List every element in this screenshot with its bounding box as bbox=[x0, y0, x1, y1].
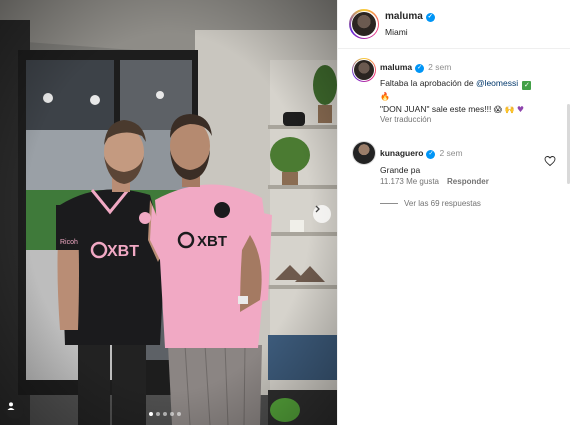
instagram-post: XBT Ricoh XBT maluma ✓ Miami maluma ✓ 2 … bbox=[0, 0, 570, 425]
comment-avatar[interactable] bbox=[352, 141, 376, 165]
shocked-face-icon: 😱 bbox=[493, 105, 503, 114]
comment-text: Grande pa bbox=[380, 165, 421, 175]
carousel-dot bbox=[163, 412, 167, 416]
carousel-dot bbox=[170, 412, 174, 416]
post-side-panel: maluma ✓ Miami maluma ✓ 2 sem Faltaba la ap… bbox=[337, 0, 570, 425]
carousel-dot bbox=[156, 412, 160, 416]
replies-divider bbox=[380, 203, 398, 204]
verified-badge-icon: ✓ bbox=[415, 64, 425, 73]
post-photo[interactable]: XBT Ricoh XBT bbox=[0, 0, 337, 425]
author-username[interactable]: maluma bbox=[385, 11, 423, 22]
tagged-users-button[interactable] bbox=[6, 401, 24, 419]
next-slide-button[interactable] bbox=[313, 205, 331, 223]
check-mark-icon: ✓ bbox=[522, 81, 532, 90]
author-username-row: maluma ✓ bbox=[385, 11, 435, 22]
reply-button[interactable]: Responder bbox=[447, 177, 489, 186]
user-tag-icon bbox=[7, 402, 15, 410]
comment-text-part: Faltaba la aprobación de bbox=[380, 78, 476, 88]
carousel-dot bbox=[149, 412, 153, 416]
comment: kunaguero ✓ 2 sem Grande pa bbox=[380, 143, 530, 177]
comments-section: maluma ✓ 2 sem Faltaba la aprobación de @l… bbox=[338, 49, 570, 425]
see-translation-link[interactable]: Ver traducción bbox=[380, 115, 431, 124]
chevron-right-icon bbox=[315, 205, 320, 213]
comment-avatar[interactable] bbox=[352, 58, 376, 82]
comment-meta: 11.173 Me gusta Responder bbox=[380, 177, 497, 186]
comment-username[interactable]: maluma bbox=[380, 62, 412, 72]
comment-time[interactable]: 2 sem bbox=[428, 62, 451, 72]
caption-comment: maluma ✓ 2 sem Faltaba la aprobación de @l… bbox=[380, 57, 565, 116]
comment-text-part: "DON JUAN" sale este mes!!! bbox=[380, 104, 492, 114]
carousel-dot bbox=[177, 412, 181, 416]
purple-heart-icon: ♥ bbox=[516, 105, 524, 114]
comment-username[interactable]: kunaguero bbox=[380, 148, 423, 158]
hands-icon: 🙌 bbox=[504, 105, 515, 114]
verified-badge-icon: ✓ bbox=[426, 150, 436, 159]
verified-badge-icon: ✓ bbox=[425, 13, 435, 22]
heart-icon[interactable] bbox=[544, 155, 556, 167]
view-replies-button[interactable]: Ver las 69 respuestas bbox=[380, 199, 481, 208]
author-avatar[interactable] bbox=[349, 9, 379, 39]
comment-time[interactable]: 2 sem bbox=[439, 148, 462, 158]
fire-icon: 🔥 bbox=[380, 92, 390, 101]
comment-text: Faltaba la aprobación de @leomessi ✓ 🔥 "… bbox=[380, 77, 565, 116]
post-header: maluma ✓ Miami bbox=[338, 0, 570, 49]
post-photo-illustration: XBT Ricoh XBT bbox=[0, 0, 337, 425]
carousel-indicator bbox=[149, 412, 181, 416]
mention-link[interactable]: @leomessi bbox=[476, 78, 518, 88]
post-location[interactable]: Miami bbox=[385, 27, 408, 37]
view-replies-label: Ver las 69 respuestas bbox=[404, 199, 481, 208]
comment-like-count[interactable]: 11.173 Me gusta bbox=[380, 177, 439, 186]
